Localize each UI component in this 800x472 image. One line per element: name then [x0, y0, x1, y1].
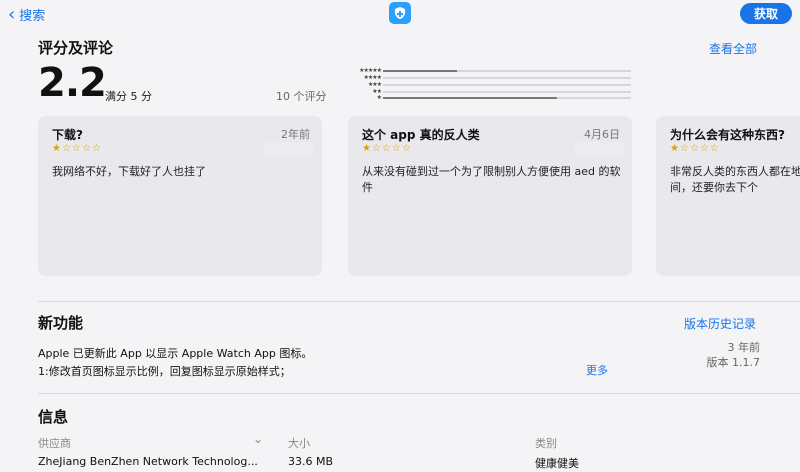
review-title: 这个 app 真的反人类: [362, 128, 480, 142]
section-divider: [38, 301, 800, 302]
review-body: 从来没有碰到过一个为了限制别人方便使用 aed 的软件: [362, 165, 621, 194]
review-stars-icon: ★☆☆☆☆: [52, 143, 102, 154]
section-divider: [38, 393, 800, 394]
reviewer-name-redacted: [574, 142, 624, 158]
rating-distribution: ★★★★★ ★★★★ ★★★ ★★ ★: [345, 68, 635, 102]
app-icon: [389, 2, 411, 24]
stars-1-icon: ★: [376, 94, 382, 101]
shield-icon: [395, 7, 405, 19]
info-category: 类别 健康健美: [535, 435, 685, 471]
distribution-fill: [383, 70, 458, 72]
info-title: 信息: [38, 408, 69, 426]
review-stars-icon: ★☆☆☆☆: [670, 143, 720, 154]
whatsnew-line-1: Apple 已更新此 App 以显示 Apple Watch App 图标。: [38, 347, 313, 360]
rating-out-of: 满分 5 分: [105, 90, 152, 103]
reviewer-name-redacted: [264, 142, 314, 158]
review-body: 非常反人类的东西人都在地的黄金时间，还要你去下个: [670, 165, 800, 194]
review-stars-icon: ★☆☆☆☆: [362, 143, 412, 154]
update-time: 3 年前: [727, 341, 761, 354]
back-button[interactable]: ‹ 搜索: [8, 5, 45, 24]
info-size: 大小 33.6 MB: [288, 435, 438, 468]
version-number: 版本 1.1.7: [706, 356, 761, 369]
more-link[interactable]: 更多: [586, 362, 608, 378]
review-card[interactable]: 这个 app 真的反人类 4月6日 ★☆☆☆☆ 从来没有碰到过一个为了限制别人方…: [348, 116, 632, 276]
top-bar: ‹ 搜索 获取: [0, 0, 800, 30]
review-body: 我网络不好，下载好了人也挂了: [52, 165, 206, 178]
review-card[interactable]: 下载? 2年前 ★☆☆☆☆ 我网络不好，下载好了人也挂了: [38, 116, 322, 276]
whatsnew-line-2: 1:修改首页图标显示比例，回复图标显示原始样式；: [38, 365, 291, 378]
chevron-down-icon[interactable]: ⌄: [253, 432, 263, 446]
review-date: 2年前: [281, 128, 310, 141]
distribution-fill: [383, 97, 557, 99]
review-title: 下载?: [52, 128, 83, 142]
whatsnew-title: 新功能: [38, 314, 84, 332]
version-history-link[interactable]: 版本历史记录: [684, 315, 756, 332]
review-card[interactable]: 为什么会有这种东西? ★☆☆☆☆ 非常反人类的东西人都在地的黄金时间，还要你去下…: [656, 116, 800, 276]
ratings-title: 评分及评论: [38, 39, 114, 57]
rating-score: 2.2: [38, 60, 107, 106]
provider-value: ZheJiang BenZhen Network Technolog...: [38, 455, 258, 468]
review-carousel[interactable]: 下载? 2年前 ★☆☆☆☆ 我网络不好，下载好了人也挂了 这个 app 真的反人…: [38, 116, 800, 276]
see-all-link[interactable]: 查看全部: [709, 40, 757, 57]
size-value: 33.6 MB: [288, 455, 334, 468]
info-provider[interactable]: 供应商 ZheJiang BenZhen Network Technolog..…: [38, 435, 268, 468]
get-button[interactable]: 获取: [740, 3, 792, 24]
back-label: 搜索: [19, 9, 46, 24]
distribution-row-1: ★: [345, 94, 631, 101]
category-value: 健康健美: [535, 457, 579, 470]
size-label: 大小: [288, 437, 310, 450]
rating-count: 10 个评分: [276, 90, 327, 103]
review-title: 为什么会有这种东西?: [670, 128, 785, 142]
chevron-left-icon: ‹: [8, 3, 16, 25]
category-label: 类别: [535, 437, 557, 450]
provider-label: 供应商: [38, 437, 71, 450]
review-date: 4月6日: [584, 128, 620, 141]
